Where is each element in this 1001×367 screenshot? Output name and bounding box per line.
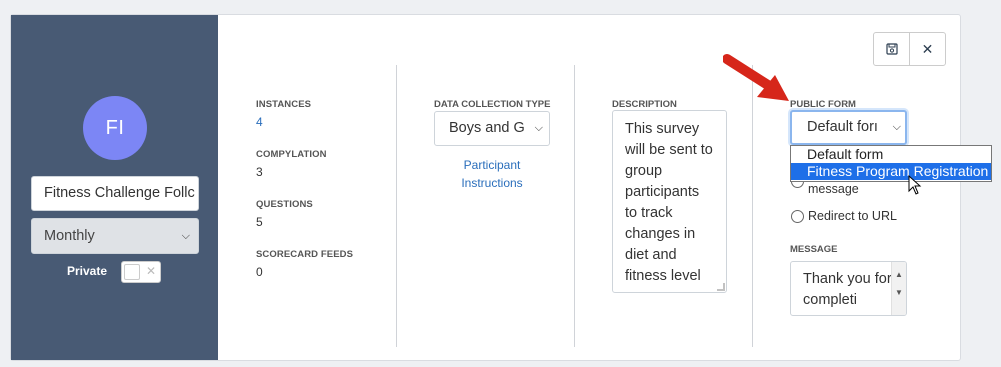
dropdown-option[interactable]: Default form <box>791 146 991 163</box>
survey-card: FI Fitness Challenge Follc Monthly ⌵ Pri… <box>10 14 992 361</box>
frequency-select[interactable]: Monthly ⌵ <box>31 218 199 254</box>
public-form-dropdown: Default form Fitness Program Registratio… <box>790 145 992 182</box>
public-form-label: PUBLIC FORM <box>790 99 856 110</box>
mouse-cursor-icon <box>908 175 922 195</box>
participant-instructions-line1: Participant <box>463 158 521 172</box>
save-icon <box>885 43 898 55</box>
chevron-down-icon: ⌵ <box>890 112 901 143</box>
scroll-down-icon[interactable]: ▼ <box>895 282 903 303</box>
participant-instructions-link[interactable]: Participant Instructions <box>434 156 550 192</box>
frequency-value: Monthly <box>44 228 95 244</box>
instances-label: INSTANCES <box>256 99 312 110</box>
compylation-value: 3 <box>256 165 263 179</box>
questions-value: 5 <box>256 215 263 229</box>
private-toggle[interactable]: ✕ <box>121 261 161 283</box>
column-divider <box>396 65 397 347</box>
close-icon: ✕ <box>921 40 934 57</box>
redirect-url-radio-label: Redirect to URL <box>808 209 897 223</box>
instances-value[interactable]: 4 <box>256 115 263 129</box>
toggle-knob <box>124 264 140 280</box>
column-divider <box>574 65 575 347</box>
close-button[interactable]: ✕ <box>909 32 946 66</box>
public-form-value: Default forı <box>807 119 878 135</box>
description-label: DESCRIPTION <box>612 99 677 110</box>
redirect-url-radio[interactable] <box>791 210 804 223</box>
scorecard-feeds-value: 0 <box>256 265 263 279</box>
message-scrollbar[interactable]: ▲ ▼ <box>891 262 906 315</box>
save-button[interactable] <box>873 32 910 66</box>
message-radio-label: message <box>808 182 859 196</box>
message-textarea[interactable]: Thank you for completi ▲ ▼ <box>790 261 907 316</box>
survey-sidebar: FI Fitness Challenge Follc Monthly ⌵ Pri… <box>11 15 218 360</box>
message-text: Thank you for completi <box>803 271 892 308</box>
message-label: MESSAGE <box>790 244 838 255</box>
data-collection-type-label: DATA COLLECTION TYPE <box>434 99 551 110</box>
questions-label: QUESTIONS <box>256 199 313 210</box>
participant-instructions-line2: Instructions <box>461 176 523 190</box>
chevron-down-icon: ⌵ <box>532 112 543 145</box>
toggle-off-icon: ✕ <box>146 264 157 278</box>
scorecard-feeds-label: SCORECARD FEEDS <box>256 249 354 260</box>
resize-handle-icon[interactable] <box>717 283 725 291</box>
description-text: This survey will be sent to group partic… <box>625 121 713 284</box>
dropdown-option-highlighted[interactable]: Fitness Program Registration <box>791 163 991 180</box>
avatar: FI <box>83 96 147 160</box>
column-divider <box>752 65 753 347</box>
compylation-label: COMPYLATION <box>256 149 327 160</box>
data-collection-type-value: Boys and G <box>449 120 525 136</box>
data-collection-type-select[interactable]: Boys and G ⌵ <box>434 111 550 146</box>
survey-name-input[interactable]: Fitness Challenge Follc <box>31 176 199 211</box>
public-form-select[interactable]: Default forı ⌵ <box>790 110 907 145</box>
description-textarea[interactable]: This survey will be sent to group partic… <box>612 110 727 293</box>
private-label: Private <box>67 264 108 278</box>
chevron-down-icon: ⌵ <box>181 230 190 242</box>
annotation-arrow-icon <box>723 54 789 101</box>
